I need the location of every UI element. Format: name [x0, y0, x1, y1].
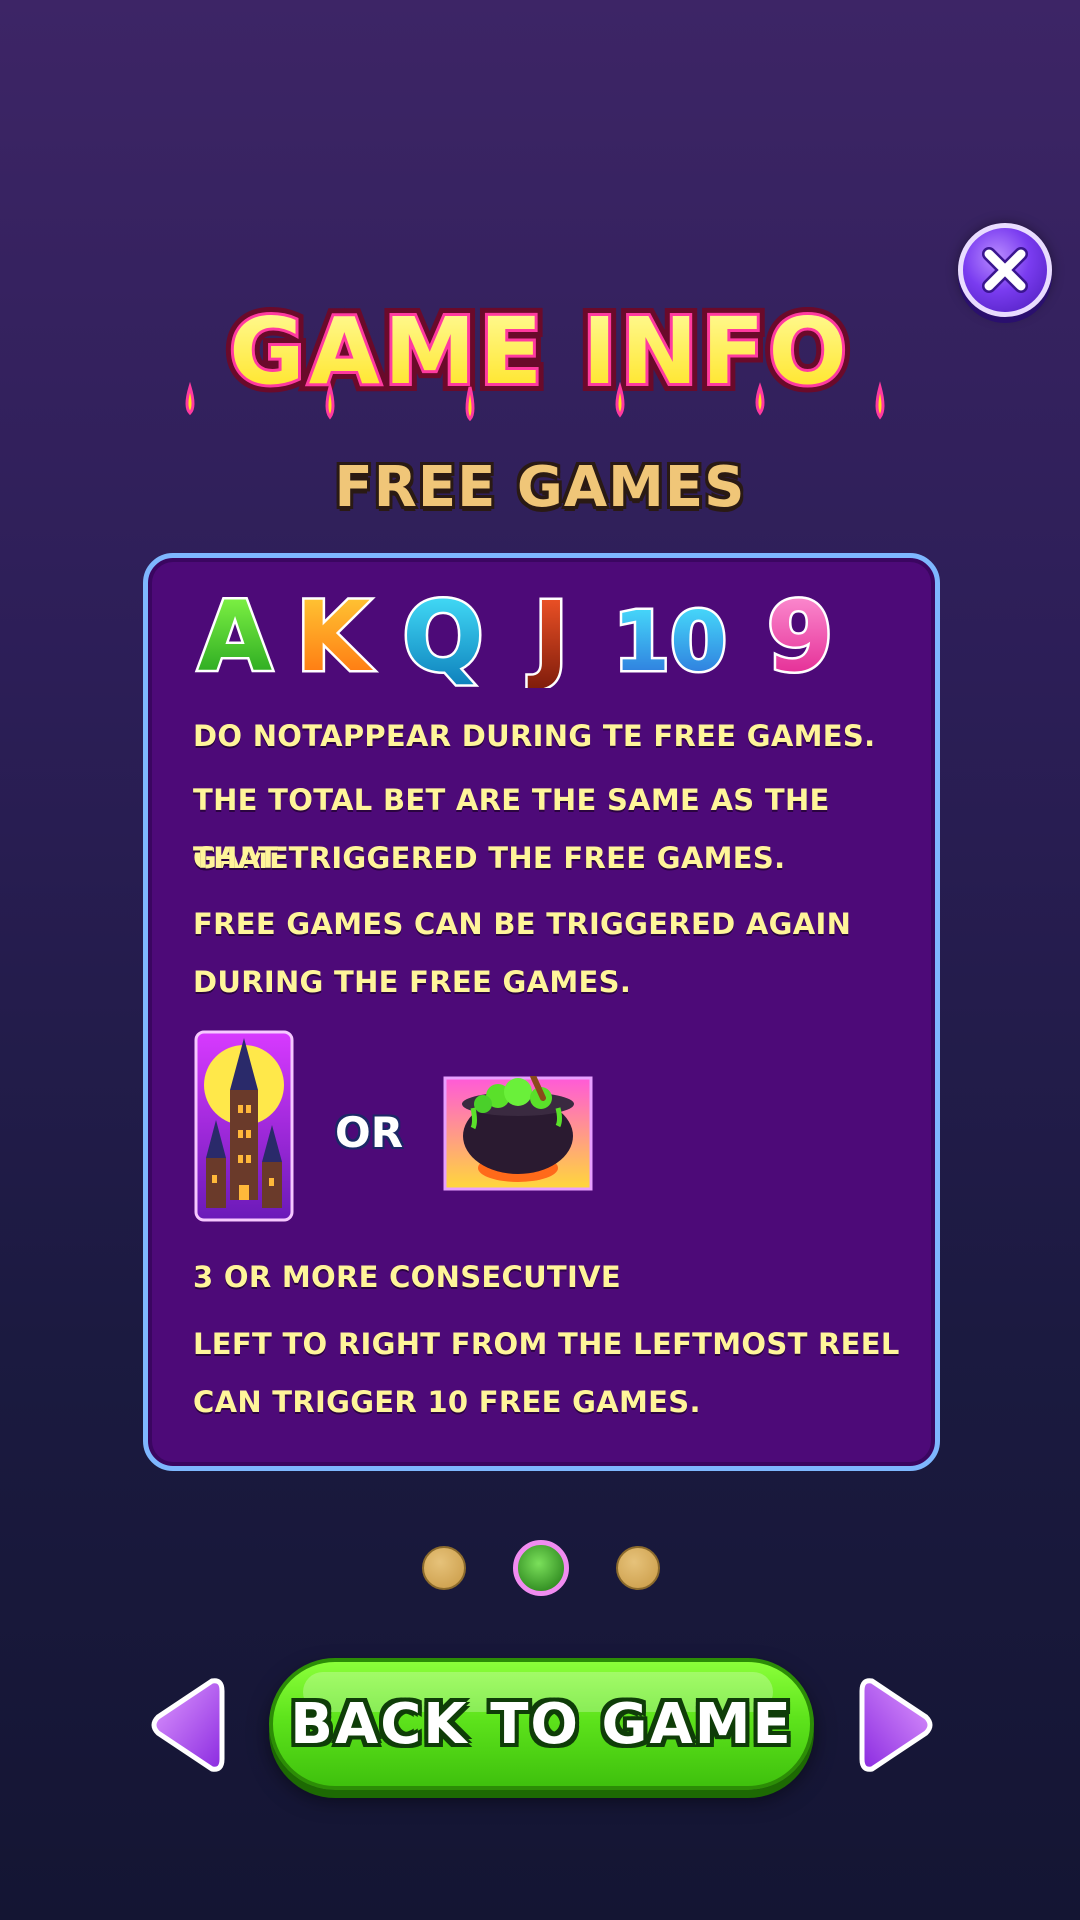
back-to-game-button[interactable]: BACK TO GAME — [269, 1658, 814, 1790]
info-line-5a: LEFT TO RIGHT FROM THE LEFTMOST REEL — [193, 1327, 900, 1361]
info-line-4: 3 OR MORE CONSECUTIVE — [193, 1260, 621, 1294]
info-line-2b: THAT TRIGGERED THE FREE GAMES. — [193, 841, 786, 875]
info-line-5b: CAN TRIGGER 10 FREE GAMES. — [193, 1385, 701, 1419]
arrow-left-icon — [151, 1678, 225, 1772]
info-line-1: DO NOTAPPEAR DURING TE FREE GAMES. — [193, 719, 876, 753]
title-fill: GAME INFO — [229, 305, 850, 405]
symbol-letter-q: Q — [402, 581, 484, 688]
page-dot-2[interactable] — [513, 1540, 569, 1596]
close-icon — [982, 247, 1028, 293]
low-symbols-row: A K Q J 10 9 — [185, 578, 865, 696]
page-dot-3[interactable] — [616, 1546, 660, 1590]
info-line-3b: DURING THE FREE GAMES. — [193, 965, 632, 999]
symbol-letter-9: 9 — [767, 581, 834, 688]
symbol-letter-10: 10 — [613, 595, 727, 688]
close-button[interactable] — [958, 223, 1052, 317]
next-page-button[interactable] — [858, 1673, 938, 1777]
info-line-3a: FREE GAMES CAN BE TRIGGERED AGAIN — [193, 907, 852, 941]
symbol-letter-k: K — [296, 581, 374, 688]
symbol-letter-j: J — [527, 581, 569, 688]
cauldron-icon — [443, 1073, 593, 1191]
page-title: GAME INFO GAME INFO GAME INFO — [0, 290, 1080, 435]
section-subtitle: FREE GAMES — [334, 455, 746, 520]
castle-icon — [194, 1030, 294, 1222]
or-label: OR — [335, 1108, 404, 1157]
symbol-letter-a: A — [198, 581, 272, 688]
arrow-right-icon — [859, 1678, 933, 1772]
prev-page-button[interactable] — [146, 1673, 226, 1777]
back-to-game-label: BACK TO GAME — [290, 1691, 793, 1757]
page-dot-1[interactable] — [422, 1546, 466, 1590]
